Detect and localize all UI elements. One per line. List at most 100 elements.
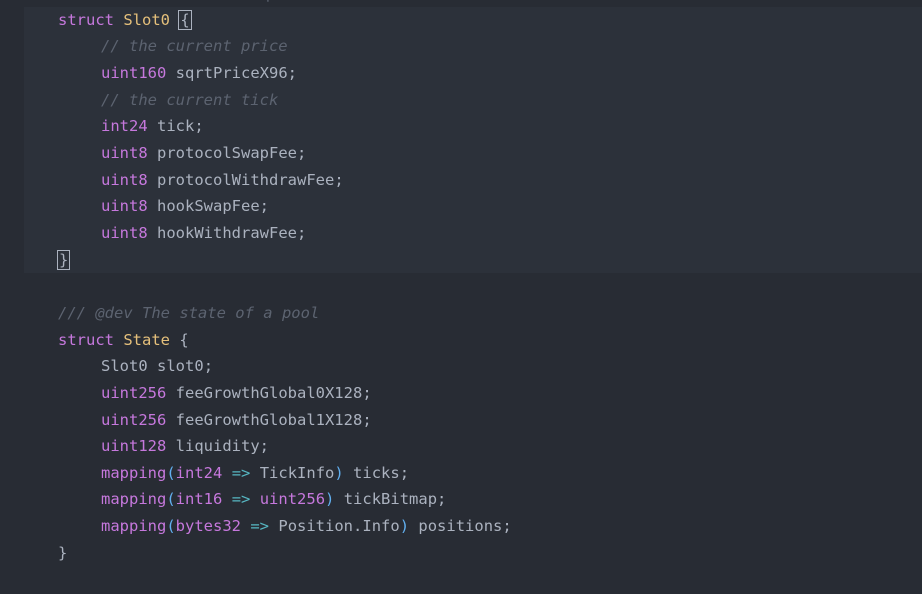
code-line: mapping(bytes32 => Position.Info) positi… bbox=[24, 513, 922, 540]
code-token: ( bbox=[166, 517, 175, 535]
code-token bbox=[222, 490, 231, 508]
code-line: uint160 sqrtPriceX96; bbox=[24, 60, 922, 87]
code-token bbox=[170, 331, 179, 349]
code-token: mapping bbox=[101, 464, 166, 482]
code-token: Position bbox=[278, 517, 353, 535]
code-token bbox=[344, 464, 353, 482]
code-line: uint8 hookWithdrawFee; bbox=[24, 220, 922, 247]
code-token bbox=[148, 197, 157, 215]
gutter bbox=[0, 0, 24, 566]
code-token: ) bbox=[334, 464, 343, 482]
code-token: uint256 bbox=[101, 384, 166, 402]
code-token: { bbox=[179, 331, 188, 349]
code-token: liquidity bbox=[176, 437, 260, 455]
code-token bbox=[114, 11, 123, 29]
code-token: feeGrowthGlobal1X128 bbox=[176, 411, 363, 429]
code-token: => bbox=[232, 464, 251, 482]
code-token bbox=[166, 411, 175, 429]
code-token bbox=[148, 171, 157, 189]
code-token: tickBitmap bbox=[344, 490, 437, 508]
code-token bbox=[166, 384, 175, 402]
code-token: uint8 bbox=[101, 224, 148, 242]
code-line: int24 tick; bbox=[24, 113, 922, 140]
code-line: Slot0 slot0; bbox=[24, 353, 922, 380]
code-token: hookSwapFee bbox=[157, 197, 260, 215]
code-token: { bbox=[178, 10, 191, 30]
code-token: ticks bbox=[353, 464, 400, 482]
code-token: uint256 bbox=[260, 490, 325, 508]
code-token bbox=[222, 464, 231, 482]
code-token: // the current tick bbox=[101, 91, 278, 109]
code-line: uint128 liquidity; bbox=[24, 433, 922, 460]
code-line: } bbox=[24, 247, 922, 274]
code-token bbox=[250, 490, 259, 508]
code-line: } bbox=[24, 540, 922, 567]
code-token: uint8 bbox=[101, 144, 148, 162]
code-block: /// withdrawFee: fee1 | fee0 struct Slot0… bbox=[24, 0, 922, 566]
code-token: tick bbox=[157, 117, 194, 135]
code-token: => bbox=[232, 490, 251, 508]
code-token: TickInfo bbox=[260, 464, 335, 482]
code-token: /// withdrawFee: fee1 | fee0 bbox=[58, 0, 319, 2]
code-token: Slot0 bbox=[101, 357, 148, 375]
code-token: ; bbox=[204, 357, 213, 375]
code-token bbox=[148, 357, 157, 375]
code-token: positions bbox=[418, 517, 502, 535]
code-token: } bbox=[58, 544, 67, 562]
code-token: uint256 bbox=[101, 411, 166, 429]
code-line: // the current price bbox=[24, 33, 922, 60]
code-token bbox=[409, 517, 418, 535]
code-token: ; bbox=[260, 437, 269, 455]
code-line: mapping(int24 => TickInfo) ticks; bbox=[24, 460, 922, 487]
code-token: int24 bbox=[101, 117, 148, 135]
code-token: ; bbox=[334, 171, 343, 189]
code-line: uint8 hookSwapFee; bbox=[24, 193, 922, 220]
code-token bbox=[241, 517, 250, 535]
code-token: struct bbox=[58, 11, 114, 29]
code-token: sqrtPriceX96 bbox=[176, 64, 288, 82]
code-token: Info bbox=[362, 517, 399, 535]
code-line: /// @dev The state of a pool bbox=[24, 300, 922, 327]
code-token: ) bbox=[400, 517, 409, 535]
code-token bbox=[166, 437, 175, 455]
code-token: State bbox=[123, 331, 170, 349]
code-token bbox=[114, 331, 123, 349]
code-token: ) bbox=[325, 490, 334, 508]
code-line: mapping(int16 => uint256) tickBitmap; bbox=[24, 486, 922, 513]
code-token bbox=[148, 144, 157, 162]
code-token: ; bbox=[260, 197, 269, 215]
code-token bbox=[269, 517, 278, 535]
code-line: uint8 protocolWithdrawFee; bbox=[24, 167, 922, 194]
code-token: ; bbox=[194, 117, 203, 135]
code-token: ( bbox=[166, 490, 175, 508]
code-token bbox=[250, 464, 259, 482]
code-line: uint256 feeGrowthGlobal0X128; bbox=[24, 380, 922, 407]
code-token: ; bbox=[288, 64, 297, 82]
code-token: ; bbox=[400, 464, 409, 482]
code-line: struct State { bbox=[24, 327, 922, 354]
code-line bbox=[24, 273, 922, 300]
code-token bbox=[148, 224, 157, 242]
code-token: ; bbox=[297, 144, 306, 162]
code-line: uint256 feeGrowthGlobal1X128; bbox=[24, 407, 922, 434]
code-token: /// @dev The state of a pool bbox=[58, 304, 319, 322]
code-line: /// withdrawFee: fee1 | fee0 bbox=[24, 0, 922, 7]
code-editor[interactable]: /// withdrawFee: fee1 | fee0 struct Slot0… bbox=[0, 0, 922, 566]
code-token: ; bbox=[362, 384, 371, 402]
code-token: mapping bbox=[101, 490, 166, 508]
code-token bbox=[334, 490, 343, 508]
code-token: uint8 bbox=[101, 171, 148, 189]
code-token: protocolWithdrawFee bbox=[157, 171, 334, 189]
code-token: ; bbox=[502, 517, 511, 535]
code-token: ; bbox=[437, 490, 446, 508]
code-token: ( bbox=[166, 464, 175, 482]
code-token: . bbox=[353, 517, 362, 535]
code-line: uint8 protocolSwapFee; bbox=[24, 140, 922, 167]
code-token: hookWithdrawFee bbox=[157, 224, 297, 242]
code-token: struct bbox=[58, 331, 114, 349]
code-token bbox=[148, 117, 157, 135]
code-token: ; bbox=[362, 411, 371, 429]
code-token: // the current price bbox=[101, 37, 288, 55]
code-line: struct Slot0 { bbox=[24, 7, 922, 34]
code-line: // the current tick bbox=[24, 87, 922, 114]
